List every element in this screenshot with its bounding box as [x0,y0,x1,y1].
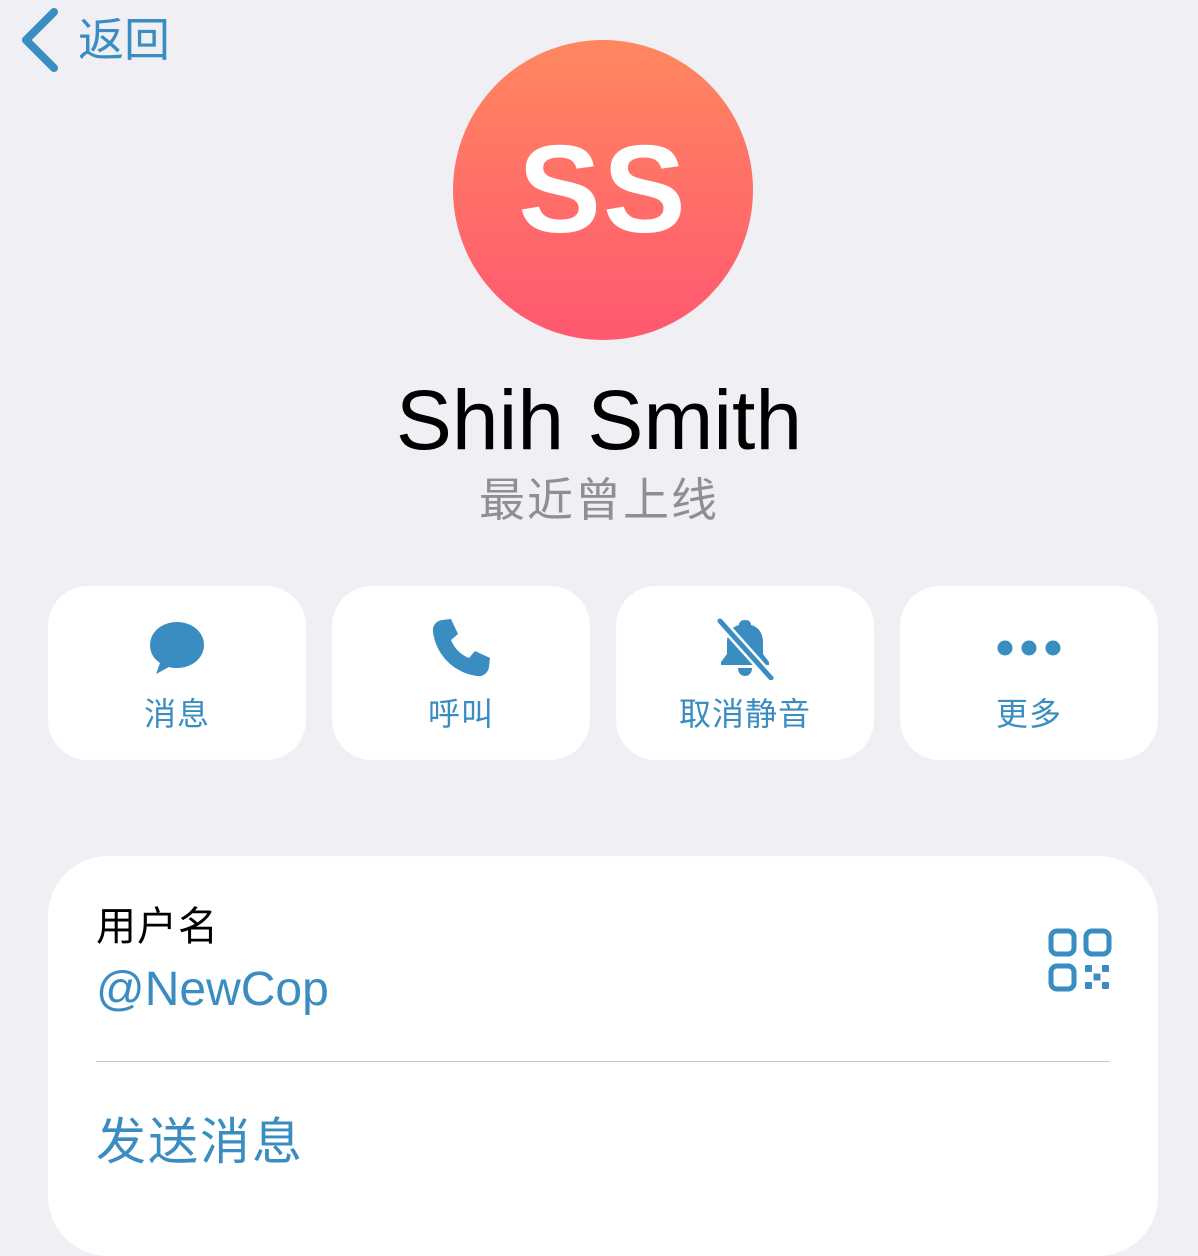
more-label: 更多 [995,695,1062,733]
info-card: 用户名 @NewCop 发送消息 [48,856,1158,1256]
bell-slash-icon [715,616,776,680]
chevron-left-icon [22,8,58,72]
message-button[interactable]: 消息 [48,586,306,760]
action-bar: 消息 呼叫 取消静音 更多 [48,586,1158,760]
username-label: 用户名 [96,904,219,950]
unmute-label: 取消静音 [678,695,811,733]
call-button[interactable]: 呼叫 [332,586,590,760]
qr-code-icon [1048,928,1112,992]
avatar[interactable]: SS [453,40,753,340]
send-message-button[interactable]: 发送消息 [96,1110,304,1174]
unmute-button[interactable]: 取消静音 [616,586,874,760]
contact-name: Shih Smith [395,373,803,467]
divider [96,1061,1110,1062]
message-bubble-icon [150,622,204,674]
avatar-initials: SS [518,121,688,259]
call-label: 呼叫 [427,695,494,733]
phone-icon [432,619,490,677]
last-seen-status: 最近曾上线 [479,473,719,527]
more-button[interactable]: 更多 [900,586,1158,760]
back-label: 返回 [78,13,170,67]
ellipsis-icon [997,640,1061,656]
qr-code-button[interactable] [1048,928,1112,992]
back-button[interactable]: 返回 [20,8,170,72]
username-value[interactable]: @NewCop [96,960,329,1020]
message-label: 消息 [143,695,210,733]
